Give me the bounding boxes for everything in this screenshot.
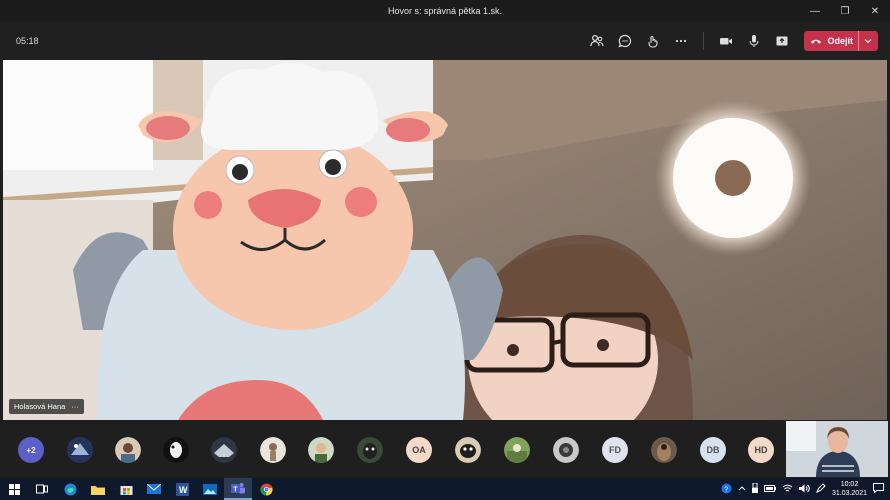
word-icon[interactable]: W [168, 478, 196, 500]
participant-avatar[interactable] [504, 437, 530, 463]
help-icon[interactable]: ? [721, 483, 732, 496]
window-titlebar: Hovor s: správná pětka 1.sk. — ❐ ✕ [0, 0, 890, 22]
speaker-name-tag: Holasová Hana ··· [9, 399, 84, 414]
participant-avatar[interactable] [455, 437, 481, 463]
svg-text:W: W [179, 485, 188, 495]
reactions-icon[interactable] [639, 27, 667, 55]
store-icon[interactable] [112, 478, 140, 500]
participant-avatar[interactable] [67, 437, 93, 463]
participant-avatar-initials[interactable]: HD [748, 437, 774, 463]
participant-avatar[interactable] [651, 437, 677, 463]
participant-avatar[interactable] [115, 437, 141, 463]
separator [703, 32, 705, 50]
clock-time: 10:02 [840, 481, 859, 488]
chrome-icon[interactable] [252, 478, 280, 500]
speaker-more-button[interactable]: ··· [71, 402, 79, 411]
task-view-icon[interactable] [28, 478, 56, 500]
teams-icon[interactable]: T [224, 478, 252, 500]
participant-avatar-initials[interactable]: FD [602, 437, 628, 463]
share-screen-icon[interactable] [768, 27, 796, 55]
call-controls-bar: 05:18 Odejít [0, 22, 890, 60]
participant-avatar-initials[interactable]: DB [700, 437, 726, 463]
maximize-icon[interactable]: ❐ [830, 0, 860, 22]
hangup-icon [811, 39, 822, 44]
more-participants-badge[interactable]: +2 [18, 437, 44, 463]
close-icon[interactable]: ✕ [860, 0, 890, 22]
chevron-down-icon[interactable] [858, 31, 872, 51]
chat-icon[interactable] [611, 27, 639, 55]
participant-avatar[interactable] [163, 437, 189, 463]
participant-avatar[interactable] [357, 437, 383, 463]
participant-strip: +2 OA FD DB HD [0, 420, 890, 478]
pen-icon[interactable] [816, 483, 826, 495]
edge-browser-icon[interactable] [56, 478, 84, 500]
microphone-icon[interactable] [740, 27, 768, 55]
leave-call-button[interactable]: Odejít [804, 31, 878, 51]
notification-icon[interactable] [873, 483, 884, 495]
leave-label: Odejít [827, 36, 853, 46]
window-controls: — ❐ ✕ [800, 0, 890, 22]
windows-taskbar: W T ? 10:02 31.03.2021 [0, 478, 890, 500]
participant-avatar[interactable] [211, 437, 237, 463]
participant-avatar-initials[interactable]: OA [406, 437, 432, 463]
svg-text:T: T [233, 486, 238, 493]
self-view-video[interactable] [786, 421, 888, 477]
participant-avatar[interactable] [553, 437, 579, 463]
participant-avatar[interactable] [260, 437, 286, 463]
mail-icon[interactable] [140, 478, 168, 500]
main-video-feed: Holasová Hana ··· [3, 60, 887, 420]
clock-date: 31.03.2021 [831, 490, 867, 497]
participant-avatar[interactable] [308, 437, 334, 463]
network-icon[interactable] [782, 484, 793, 495]
volume-icon[interactable] [798, 484, 810, 495]
more-actions-icon[interactable] [667, 27, 695, 55]
windows-start-icon[interactable] [0, 478, 28, 500]
window-title: Hovor s: správná pětka 1.sk. [387, 6, 503, 16]
chevron-up-icon[interactable] [738, 485, 746, 493]
system-tray: ? 10:02 31.03.2021 [721, 478, 890, 500]
minimize-icon[interactable]: — [800, 0, 830, 22]
svg-text:?: ? [724, 486, 728, 493]
usb-icon[interactable] [751, 482, 758, 495]
file-explorer-icon[interactable] [84, 478, 112, 500]
battery-icon[interactable] [763, 484, 776, 494]
speaker-name: Holasová Hana [14, 402, 66, 411]
photos-icon[interactable] [196, 478, 224, 500]
participants-icon[interactable] [583, 27, 611, 55]
video-scene [3, 60, 887, 420]
system-clock[interactable]: 10:02 31.03.2021 [832, 480, 867, 498]
call-timer: 05:18 [16, 36, 39, 46]
camera-icon[interactable] [712, 27, 740, 55]
